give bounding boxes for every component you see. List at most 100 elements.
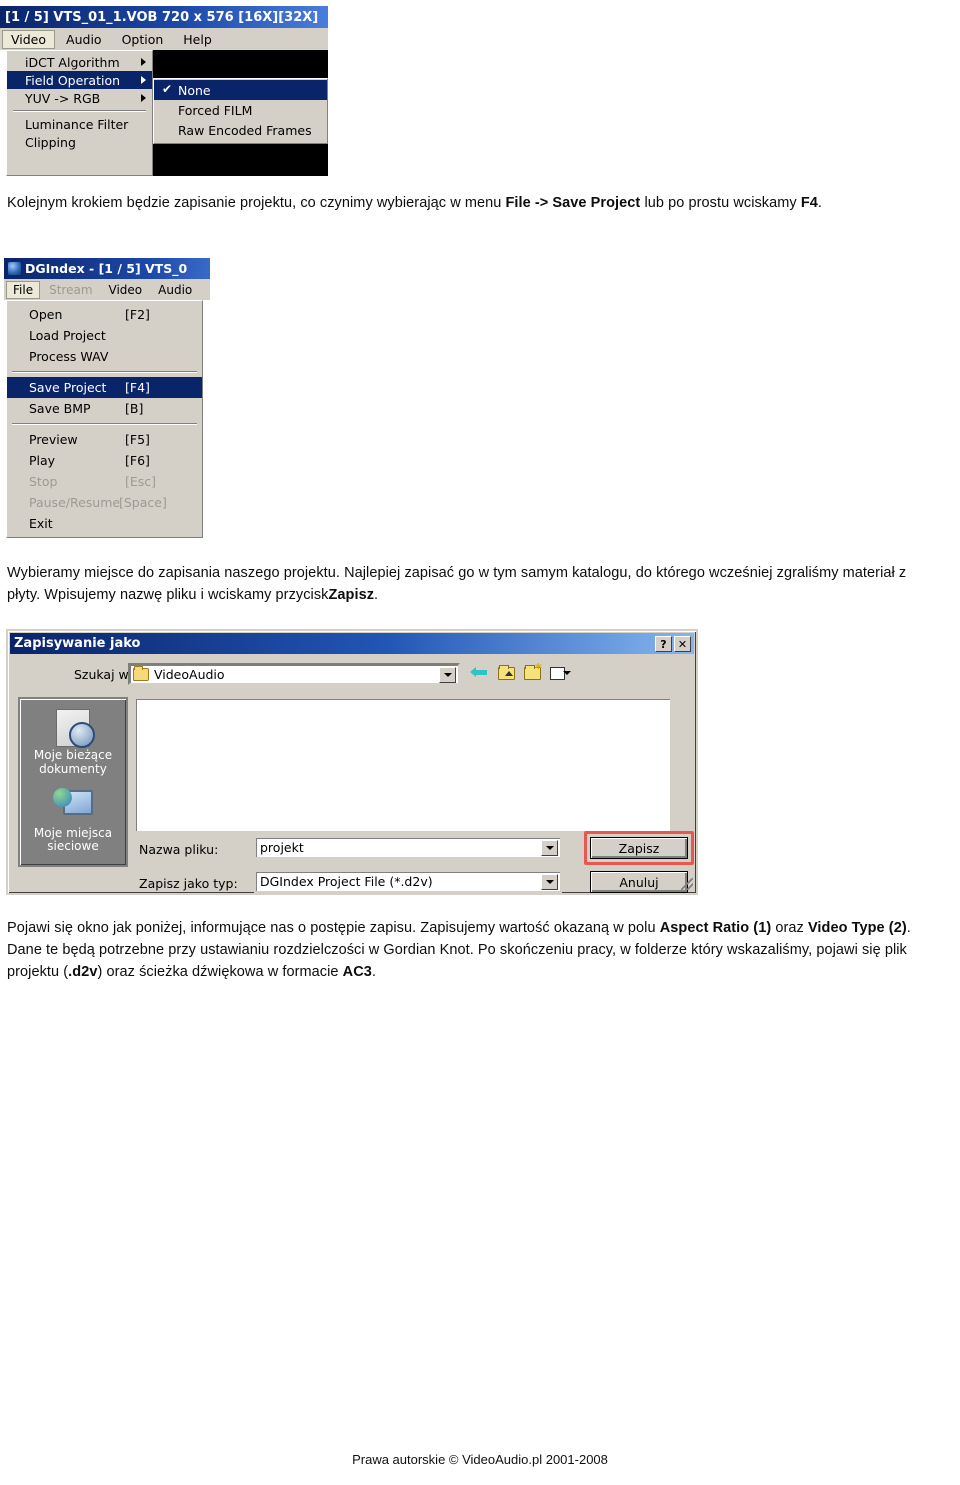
video-menu-title-text: [1 / 5] VTS_01_1.VOB 720 x 576 [16X][32X… <box>5 9 319 25</box>
para3-part-i: . <box>371 963 376 980</box>
file-menu-menubar: File Stream Video Audio <box>4 279 210 300</box>
menubar-item-help[interactable]: Help <box>174 30 221 49</box>
para3-video-type: Video Type (2) <box>807 920 907 936</box>
submenu-item-label: None <box>178 82 211 98</box>
save-as-dialog-screenshot: Zapisywanie jako ? ✕ Szukaj w: VideoAudi… <box>6 629 698 895</box>
menubar-item-option[interactable]: Option <box>113 30 173 49</box>
filename-input[interactable]: projekt <box>254 836 562 859</box>
file-menu-item-save-project[interactable]: Save Project [F4] <box>7 377 202 398</box>
file-menu-item-label: Preview <box>29 432 78 447</box>
file-menu-item-pause-resume: Pause/Resume [Space] <box>7 492 202 513</box>
file-menu-item-save-bmp[interactable]: Save BMP [B] <box>7 398 202 419</box>
folder-icon <box>133 665 149 681</box>
close-icon[interactable]: ✕ <box>674 636 691 652</box>
para2-part-c: . <box>374 586 379 603</box>
cancel-button[interactable]: Anuluj <box>590 871 688 893</box>
menu-item-label: iDCT Algorithm <box>25 54 120 70</box>
file-menu-item-shortcut: [F5] <box>125 432 150 447</box>
file-menu-item-exit[interactable]: Exit <box>7 513 202 534</box>
file-menu-item-shortcut: [Space] <box>119 495 167 510</box>
up-one-level-icon[interactable] <box>498 665 515 680</box>
network-places-icon <box>20 785 126 827</box>
menubar-item-audio[interactable]: Audio <box>151 281 199 299</box>
save-button[interactable]: Zapisz <box>590 837 688 859</box>
menu-item-label: YUV -> RGB <box>25 90 101 106</box>
menu-item-luminance-filter[interactable]: Luminance Filter <box>7 115 152 133</box>
place-label-line1: Moje bieżące <box>33 748 113 762</box>
menu-separator <box>13 110 146 112</box>
file-menu-title-text: DGIndex - [1 / 5] VTS_0 <box>25 261 188 276</box>
chevron-down-icon[interactable] <box>541 874 558 890</box>
menubar-item-video[interactable]: Video <box>102 281 150 299</box>
menu-item-idct-algorithm[interactable]: iDCT Algorithm <box>7 53 152 71</box>
submenu-arrow-icon <box>141 94 146 102</box>
chevron-down-icon[interactable] <box>541 840 558 856</box>
file-menu-item-preview[interactable]: Preview [F5] <box>7 429 202 450</box>
dgindex-app-icon <box>8 262 21 275</box>
file-menu-item-stop: Stop [Esc] <box>7 471 202 492</box>
menu-item-yuv-to-rgb[interactable]: YUV -> RGB <box>7 89 152 107</box>
menu-item-field-operation[interactable]: Field Operation <box>7 71 152 89</box>
file-menu-item-label: Save BMP <box>29 401 91 416</box>
file-menu-item-label: Stop <box>29 474 58 489</box>
look-in-combobox[interactable]: VideoAudio <box>128 663 460 685</box>
menubar-item-audio[interactable]: Audio <box>57 30 111 49</box>
look-in-value: VideoAudio <box>154 666 225 682</box>
file-menu-item-open[interactable]: Open [F2] <box>7 304 202 325</box>
file-menu-item-label: Open <box>29 307 63 322</box>
file-menu-item-label: Play <box>29 453 56 468</box>
filetype-combobox[interactable]: DGIndex Project File (*.d2v) <box>254 870 562 893</box>
paragraph-step-save-project: Kolejnym krokiem będzie zapisanie projek… <box>7 193 937 215</box>
help-icon[interactable]: ? <box>655 636 672 652</box>
file-menu-item-label: Process WAV <box>29 349 109 364</box>
dgindex-file-menu-screenshot: DGIndex - [1 / 5] VTS_0 File Stream Vide… <box>4 258 210 540</box>
menubar-item-file[interactable]: File <box>6 280 41 299</box>
paragraph-progress-window: Pojawi się okno jak poniżej, informujące… <box>7 918 937 983</box>
place-network-places[interactable]: Moje miejsca sieciowe <box>20 785 126 855</box>
menubar-item-video[interactable]: Video <box>2 29 56 49</box>
para3-ac3: AC3 <box>342 963 372 980</box>
new-folder-icon[interactable] <box>524 663 542 680</box>
file-menu-titlebar: DGIndex - [1 / 5] VTS_0 <box>4 258 210 279</box>
paragraph-choose-location: Wybieramy miejsce do zapisania naszego p… <box>7 563 937 607</box>
submenu-item-label: Raw Encoded Frames <box>178 122 312 138</box>
place-recent-documents[interactable]: Moje bieżące dokumenty <box>20 707 126 777</box>
file-menu-item-play[interactable]: Play [F6] <box>7 450 202 471</box>
save-dialog-title-text: Zapisywanie jako <box>14 636 141 651</box>
para1-part-c: lub po prostu wciskamy <box>640 195 801 211</box>
back-icon[interactable] <box>470 664 489 681</box>
para2-part-a: Wybieramy miejsce do zapisania naszego p… <box>7 565 907 603</box>
filetype-value: DGIndex Project File (*.d2v) <box>260 874 433 889</box>
file-menu-item-shortcut: [F6] <box>125 453 150 468</box>
file-menu-separator-2 <box>12 423 197 425</box>
resize-grip[interactable] <box>681 878 693 890</box>
place-label-line2: sieciowe <box>47 839 99 854</box>
file-menu-dropdown: Open [F2] Load Project Process WAV Save … <box>6 300 203 538</box>
file-menu-item-label: Save Project <box>29 380 107 395</box>
views-icon[interactable] <box>550 666 571 681</box>
file-menu-item-process-wav[interactable]: Process WAV <box>7 346 202 367</box>
menu-item-clipping[interactable]: Clipping <box>7 133 152 151</box>
para1-shortcut: F4 <box>800 195 818 211</box>
places-bar: Moje bieżące dokumenty Moje miejsca siec… <box>18 697 128 867</box>
submenu-item-forced-film[interactable]: Forced FILM <box>154 100 327 120</box>
place-label-line1: Moje miejsca <box>33 825 113 840</box>
para1-part-e: . <box>817 195 823 211</box>
para2-button-name: Zapisz <box>328 586 375 603</box>
submenu-arrow-icon <box>141 76 146 84</box>
place-label-line2: dokumenty <box>39 761 107 776</box>
copyright-footer: Prawa autorskie © VideoAudio.pl 2001-200… <box>352 1452 608 1467</box>
submenu-item-raw-encoded-frames[interactable]: Raw Encoded Frames <box>154 120 327 140</box>
para3-part-a: Pojawi się okno jak poniżej, informujące… <box>7 920 660 936</box>
file-menu-item-load-project[interactable]: Load Project <box>7 325 202 346</box>
submenu-item-none[interactable]: ✔ None <box>154 80 327 100</box>
file-menu-item-shortcut: [B] <box>125 401 144 416</box>
recent-documents-icon <box>20 707 126 749</box>
file-menu-item-shortcut: [Esc] <box>125 474 157 489</box>
file-list-pane[interactable] <box>134 697 672 833</box>
file-menu-item-label: Pause/Resume <box>29 495 121 510</box>
chevron-down-icon[interactable] <box>439 667 456 683</box>
file-menu-item-label: Load Project <box>29 328 106 343</box>
menu-item-label: Clipping <box>25 134 76 150</box>
para1-part-a: Kolejnym krokiem będzie zapisanie projek… <box>7 195 506 211</box>
